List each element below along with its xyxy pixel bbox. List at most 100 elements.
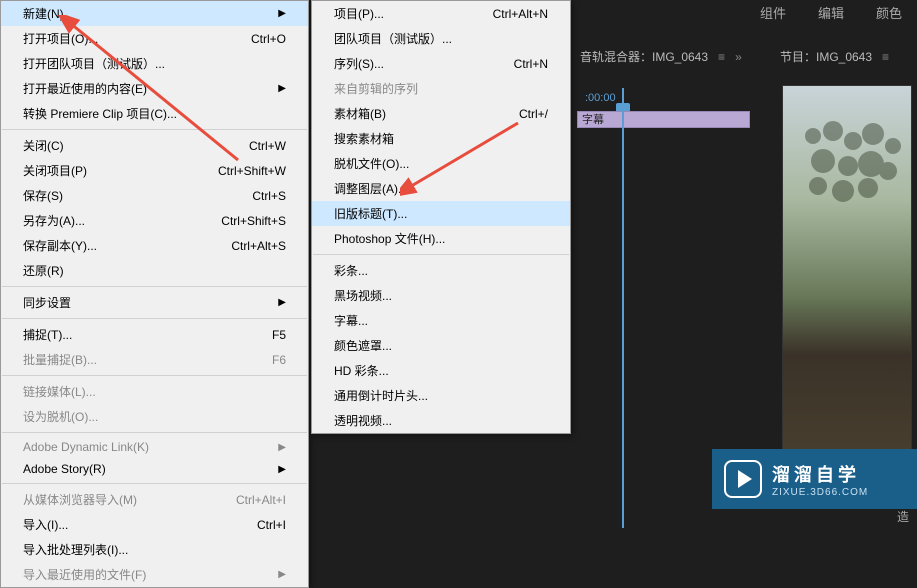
file-menu-item-7[interactable]: 关闭项目(P)Ctrl+Shift+W — [1, 158, 308, 183]
menu-item-label: 打开项目(O)... — [23, 30, 98, 47]
menu-separator — [2, 318, 307, 319]
menu-item-label: 从媒体浏览器导入(M) — [23, 491, 137, 508]
new-submenu-item-17[interactable]: 透明视频... — [312, 408, 570, 433]
watermark-en-text: ZIXUE.3D66.COM — [772, 487, 868, 498]
file-menu-item-4[interactable]: 转换 Premiere Clip 项目(C)... — [1, 101, 308, 126]
subtitle-clip[interactable]: 字幕 — [577, 111, 750, 128]
file-new-submenu: 项目(P)...Ctrl+Alt+N 团队项目（测试版）... 序列(S)...Ct… — [311, 0, 571, 434]
tree-silhouette — [793, 116, 912, 296]
menu-item-shortcut: Ctrl+N — [514, 57, 548, 71]
submenu-arrow-icon: ▶ — [278, 83, 286, 94]
menu-separator — [313, 254, 569, 255]
menu-item-label: 旧版标题(T)... — [334, 205, 407, 222]
menu-item-label: HD 彩条... — [334, 362, 389, 379]
menu-item-label: 颜色遮罩... — [334, 337, 392, 354]
new-submenu-item-8[interactable]: 旧版标题(T)... — [312, 201, 570, 226]
new-submenu-item-7[interactable]: 调整图层(A)... — [312, 176, 570, 201]
new-submenu-item-11[interactable]: 彩条... — [312, 258, 570, 283]
file-menu-item-11[interactable]: 还原(R) — [1, 258, 308, 283]
file-menu-item-0[interactable]: 新建(N) ▶ — [1, 1, 308, 26]
menu-item-shortcut: Ctrl+/ — [519, 107, 548, 121]
file-menu-item-2[interactable]: 打开团队项目（测试版）... — [1, 51, 308, 76]
menu-item-label: 彩条... — [334, 262, 368, 279]
menu-separator — [2, 286, 307, 287]
menu-item-shortcut: Ctrl+O — [251, 32, 286, 46]
new-submenu-item-5[interactable]: 搜索素材箱 — [312, 126, 570, 151]
menu-item-label: 新建(N) — [23, 5, 64, 22]
file-menu-item-13[interactable]: 同步设置▶ — [1, 290, 308, 315]
menu-item-label: 打开最近使用的内容(E) — [23, 80, 147, 97]
audio-mixer-panel-header[interactable]: 音轨混合器：IMG_0643 ≡ » — [580, 48, 742, 65]
tab-color[interactable]: 颜色 — [876, 3, 902, 22]
new-submenu-item-2[interactable]: 序列(S)...Ctrl+N — [312, 51, 570, 76]
file-menu: 新建(N) ▶ 打开项目(O)... Ctrl+O 打开团队项目（测试版）... 打开最近… — [0, 0, 309, 588]
menu-separator — [2, 375, 307, 376]
watermark-play-icon — [724, 460, 762, 498]
file-menu-item-26[interactable]: 导入批处理列表(I)... — [1, 537, 308, 562]
file-menu-item-19: 设为脱机(O)... — [1, 404, 308, 429]
tab-components[interactable]: 组件 — [760, 3, 786, 22]
menu-item-label: 调整图层(A)... — [334, 180, 408, 197]
file-menu-item-22[interactable]: Adobe Story(R)▶ — [1, 458, 308, 480]
new-submenu-item-16[interactable]: 通用倒计时片头... — [312, 383, 570, 408]
menu-item-label: 还原(R) — [23, 262, 64, 279]
menu-item-label: 设为脱机(O)... — [23, 408, 98, 425]
new-submenu-item-0[interactable]: 项目(P)...Ctrl+Alt+N — [312, 1, 570, 26]
new-submenu-item-13[interactable]: 字幕... — [312, 308, 570, 333]
menu-item-label: 搜索素材箱 — [334, 130, 394, 147]
program-panel-header[interactable]: 节目：IMG_0643 ≡ — [780, 48, 889, 65]
panel-arrows-icon[interactable]: » — [735, 50, 742, 64]
file-menu-item-9[interactable]: 另存为(A)...Ctrl+Shift+S — [1, 208, 308, 233]
playhead-line — [622, 88, 624, 528]
menu-item-label: 透明视频... — [334, 412, 392, 429]
menu-item-shortcut: F5 — [272, 328, 286, 342]
menu-item-label: 团队项目（测试版）... — [334, 30, 452, 47]
menu-item-label: 通用倒计时片头... — [334, 387, 428, 404]
watermark-cn-text: 溜溜自学 — [772, 461, 868, 487]
menu-item-label: 打开团队项目（测试版）... — [23, 55, 165, 72]
program-monitor[interactable]: 3 — [782, 85, 912, 470]
file-menu-item-15[interactable]: 捕捉(T)... F5 — [1, 322, 308, 347]
menu-item-label: Photoshop 文件(H)... — [334, 230, 445, 247]
menu-item-label: 批量捕捉(B)... — [23, 351, 97, 368]
new-submenu-item-6[interactable]: 脱机文件(O)... — [312, 151, 570, 176]
menu-item-label: 链接媒体(L)... — [23, 383, 96, 400]
menu-item-label: 另存为(A)... — [23, 212, 85, 229]
new-submenu-item-4[interactable]: 素材箱(B) Ctrl+/ — [312, 101, 570, 126]
submenu-arrow-icon: ▶ — [278, 8, 286, 19]
new-submenu-item-12[interactable]: 黑场视频... — [312, 283, 570, 308]
audio-mixer-title: 音轨混合器：IMG_0643 — [580, 48, 708, 65]
menu-item-shortcut: Ctrl+Alt+I — [236, 493, 286, 507]
monitor-preview-image: 3 — [783, 86, 911, 469]
file-menu-item-3[interactable]: 打开最近使用的内容(E) ▶ — [1, 76, 308, 101]
timeline-timecode: :00:00 — [585, 92, 616, 104]
bottom-text: 造 — [897, 508, 909, 525]
file-menu-item-1[interactable]: 打开项目(O)... Ctrl+O — [1, 26, 308, 51]
menu-item-label: 同步设置 — [23, 294, 71, 311]
menu-separator — [2, 483, 307, 484]
panel-menu-icon[interactable]: ≡ — [718, 50, 725, 64]
menu-item-label: 捕捉(T)... — [23, 326, 72, 343]
file-menu-item-6[interactable]: 关闭(C)Ctrl+W — [1, 133, 308, 158]
menu-item-label: 保存(S) — [23, 187, 63, 204]
menu-item-label: 素材箱(B) — [334, 105, 386, 122]
tab-edit[interactable]: 编辑 — [818, 3, 844, 22]
new-submenu-item-9[interactable]: Photoshop 文件(H)... — [312, 226, 570, 251]
menu-item-shortcut: Ctrl+Alt+S — [231, 239, 286, 253]
new-submenu-item-15[interactable]: HD 彩条... — [312, 358, 570, 383]
file-menu-item-10[interactable]: 保存副本(Y)...Ctrl+Alt+S — [1, 233, 308, 258]
new-submenu-item-14[interactable]: 颜色遮罩... — [312, 333, 570, 358]
panel-menu-icon[interactable]: ≡ — [882, 50, 889, 64]
menu-item-label: 导入最近使用的文件(F) — [23, 566, 146, 583]
new-submenu-item-3: 来自剪辑的序列 — [312, 76, 570, 101]
playhead-marker[interactable] — [616, 103, 630, 111]
program-title: 节目：IMG_0643 — [780, 48, 872, 65]
submenu-arrow-icon: ▶ — [278, 442, 286, 453]
menu-item-label: Adobe Story(R) — [23, 462, 106, 476]
watermark: 溜溜自学 ZIXUE.3D66.COM — [712, 449, 917, 509]
new-submenu-item-1[interactable]: 团队项目（测试版）... — [312, 26, 570, 51]
file-menu-item-8[interactable]: 保存(S)Ctrl+S — [1, 183, 308, 208]
menu-item-label: 转换 Premiere Clip 项目(C)... — [23, 105, 177, 122]
file-menu-item-25[interactable]: 导入(I)...Ctrl+I — [1, 512, 308, 537]
menu-item-label: 导入(I)... — [23, 516, 68, 533]
